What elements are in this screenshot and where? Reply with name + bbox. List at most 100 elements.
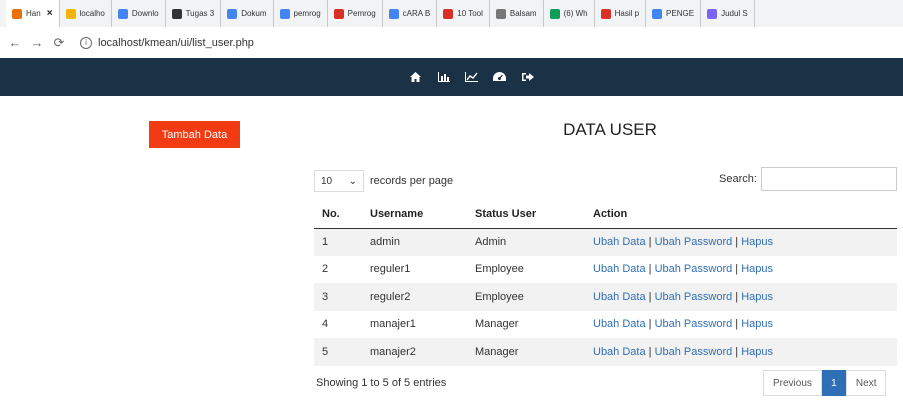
browser-tab-label: localho xyxy=(79,9,105,18)
edit-data-link[interactable]: Ubah Data xyxy=(593,346,646,358)
change-password-link[interactable]: Ubah Password xyxy=(655,291,733,303)
search-box: Search: xyxy=(719,167,897,191)
change-password-link[interactable]: Ubah Password xyxy=(655,263,733,275)
cell-status: Employee xyxy=(467,283,585,311)
edit-data-link[interactable]: Ubah Data xyxy=(593,236,646,248)
separator: | xyxy=(732,236,742,248)
separator: | xyxy=(732,318,742,331)
sign-out-icon[interactable] xyxy=(514,58,542,96)
cell-action: Ubah Data | Ubah Password | Hapus xyxy=(585,256,897,284)
browser-tab[interactable]: Judul S xyxy=(701,0,755,27)
cell-action: Ubah Data | Ubah Password | Hapus xyxy=(585,283,897,311)
delete-link[interactable]: Hapus xyxy=(741,236,773,248)
browser-tab-label: Tugas 3 xyxy=(185,9,215,18)
url-text: localhost/kmean/ui/list_user.php xyxy=(98,36,254,49)
separator: | xyxy=(732,345,742,358)
delete-link[interactable]: Hapus xyxy=(741,291,773,303)
next-button[interactable]: Next xyxy=(845,370,887,396)
column-header-username[interactable]: Username xyxy=(362,200,467,229)
browser-tab-label: 10 Tool xyxy=(457,9,483,18)
favicon-icon xyxy=(443,8,454,19)
column-header-status[interactable]: Status User xyxy=(467,200,585,229)
records-per-page-select[interactable]: 10 ⌄ xyxy=(314,170,364,192)
browser-tab[interactable]: 10 Tool xyxy=(437,0,490,27)
separator: | xyxy=(645,263,655,276)
browser-tab-label: Han xyxy=(26,9,41,18)
records-per-page-label: records per page xyxy=(370,175,454,187)
favicon-icon xyxy=(117,8,128,19)
favicon-icon xyxy=(388,8,399,19)
cell-username: admin xyxy=(362,228,467,256)
browser-tab-label: Judul S xyxy=(721,9,748,18)
separator: | xyxy=(645,236,655,248)
favicon-icon xyxy=(652,8,663,19)
browser-tab-label: Hasil p xyxy=(614,9,640,18)
table-row: 2 reguler1 Employee Ubah Data | Ubah Passwo… xyxy=(314,256,897,284)
browser-tab[interactable]: pemrog xyxy=(274,0,328,27)
page-1-button[interactable]: 1 xyxy=(821,370,846,396)
browser-tab-label: Downlo xyxy=(131,9,159,18)
browser-tab-label: Balsam xyxy=(509,9,537,18)
edit-data-link[interactable]: Ubah Data xyxy=(593,291,646,303)
browser-tab-label: Dokum xyxy=(241,9,267,18)
favicon-icon xyxy=(495,8,506,19)
column-header-action[interactable]: Action xyxy=(585,200,897,229)
separator: | xyxy=(645,290,655,303)
delete-link[interactable]: Hapus xyxy=(741,263,773,275)
favicon-icon xyxy=(227,8,238,19)
change-password-link[interactable]: Ubah Password xyxy=(655,236,733,248)
browser-tab[interactable]: Han × xyxy=(6,0,60,27)
browser-tab[interactable]: Downlo xyxy=(112,0,166,27)
line-chart-icon[interactable] xyxy=(458,58,486,96)
browser-tab[interactable]: Pemrog xyxy=(328,0,383,27)
forward-icon[interactable]: → xyxy=(28,35,46,50)
delete-link[interactable]: Hapus xyxy=(741,318,773,330)
change-password-link[interactable]: Ubah Password xyxy=(655,318,733,330)
dashboard-icon[interactable] xyxy=(486,58,514,96)
cell-status: Employee xyxy=(475,263,524,276)
browser-tab[interactable]: (6) Wh xyxy=(544,0,595,27)
browser-tab[interactable]: localho xyxy=(60,0,112,27)
add-data-button[interactable]: Tambah Data xyxy=(149,121,240,148)
cell-no: 4 xyxy=(322,318,329,331)
back-icon[interactable]: ← xyxy=(6,35,24,50)
favicon-icon xyxy=(707,8,718,19)
browser-tab[interactable]: PENGE xyxy=(646,0,702,27)
reload-icon[interactable]: ⟳ xyxy=(50,35,68,51)
browser-tab[interactable]: Hasil p xyxy=(595,0,647,27)
previous-button[interactable]: Previous xyxy=(763,370,822,396)
cell-username: reguler1 xyxy=(370,263,411,276)
cell-action: Ubah Data | Ubah Password | Hapus xyxy=(585,338,897,366)
records-per-page: 10 ⌄ records per page xyxy=(314,170,453,192)
info-icon[interactable]: i xyxy=(80,36,92,49)
search-input[interactable] xyxy=(760,167,897,191)
page-title: DATA USER xyxy=(563,120,657,139)
separator: | xyxy=(732,290,742,303)
browser-tab[interactable]: Tugas 3 xyxy=(166,0,222,27)
close-tab-icon[interactable]: × xyxy=(47,8,53,19)
table-header-row: No. Username Status User Action xyxy=(314,200,897,229)
browser-tab[interactable]: Dokum xyxy=(221,0,274,27)
delete-link[interactable]: Hapus xyxy=(741,346,773,358)
browser-tab[interactable]: cARA B xyxy=(383,0,438,27)
table-row: 3 reguler2 Employee Ubah Data | Ubah Passwo… xyxy=(314,283,897,311)
edit-data-link[interactable]: Ubah Data xyxy=(593,318,646,330)
change-password-link[interactable]: Ubah Password xyxy=(655,346,733,358)
separator: | xyxy=(732,263,742,276)
url-field[interactable]: i localhost/kmean/ui/list_user.php xyxy=(80,36,254,49)
column-header-no[interactable]: No. xyxy=(314,200,362,229)
browser-tab[interactable]: Balsam xyxy=(490,0,544,27)
favicon-icon xyxy=(171,8,182,19)
browser-tab-label: cARA B xyxy=(402,9,431,18)
table-info: Showing 1 to 5 of 5 entries xyxy=(316,377,447,389)
table-row: 5 manajer2 Manager Ubah Data | Ubah Passwor… xyxy=(314,338,897,366)
edit-data-link[interactable]: Ubah Data xyxy=(593,263,646,275)
bar-chart-icon[interactable] xyxy=(430,58,458,96)
browser-tab-label: (6) Wh xyxy=(563,9,588,18)
cell-action: Ubah Data | Ubah Password | Hapus xyxy=(585,311,897,339)
pagination: Previous 1 Next xyxy=(763,370,887,396)
home-icon[interactable] xyxy=(402,58,430,96)
browser-tab-label: Pemrog xyxy=(347,9,376,18)
favicon-icon xyxy=(12,8,22,19)
cell-status: Manager xyxy=(475,318,519,331)
